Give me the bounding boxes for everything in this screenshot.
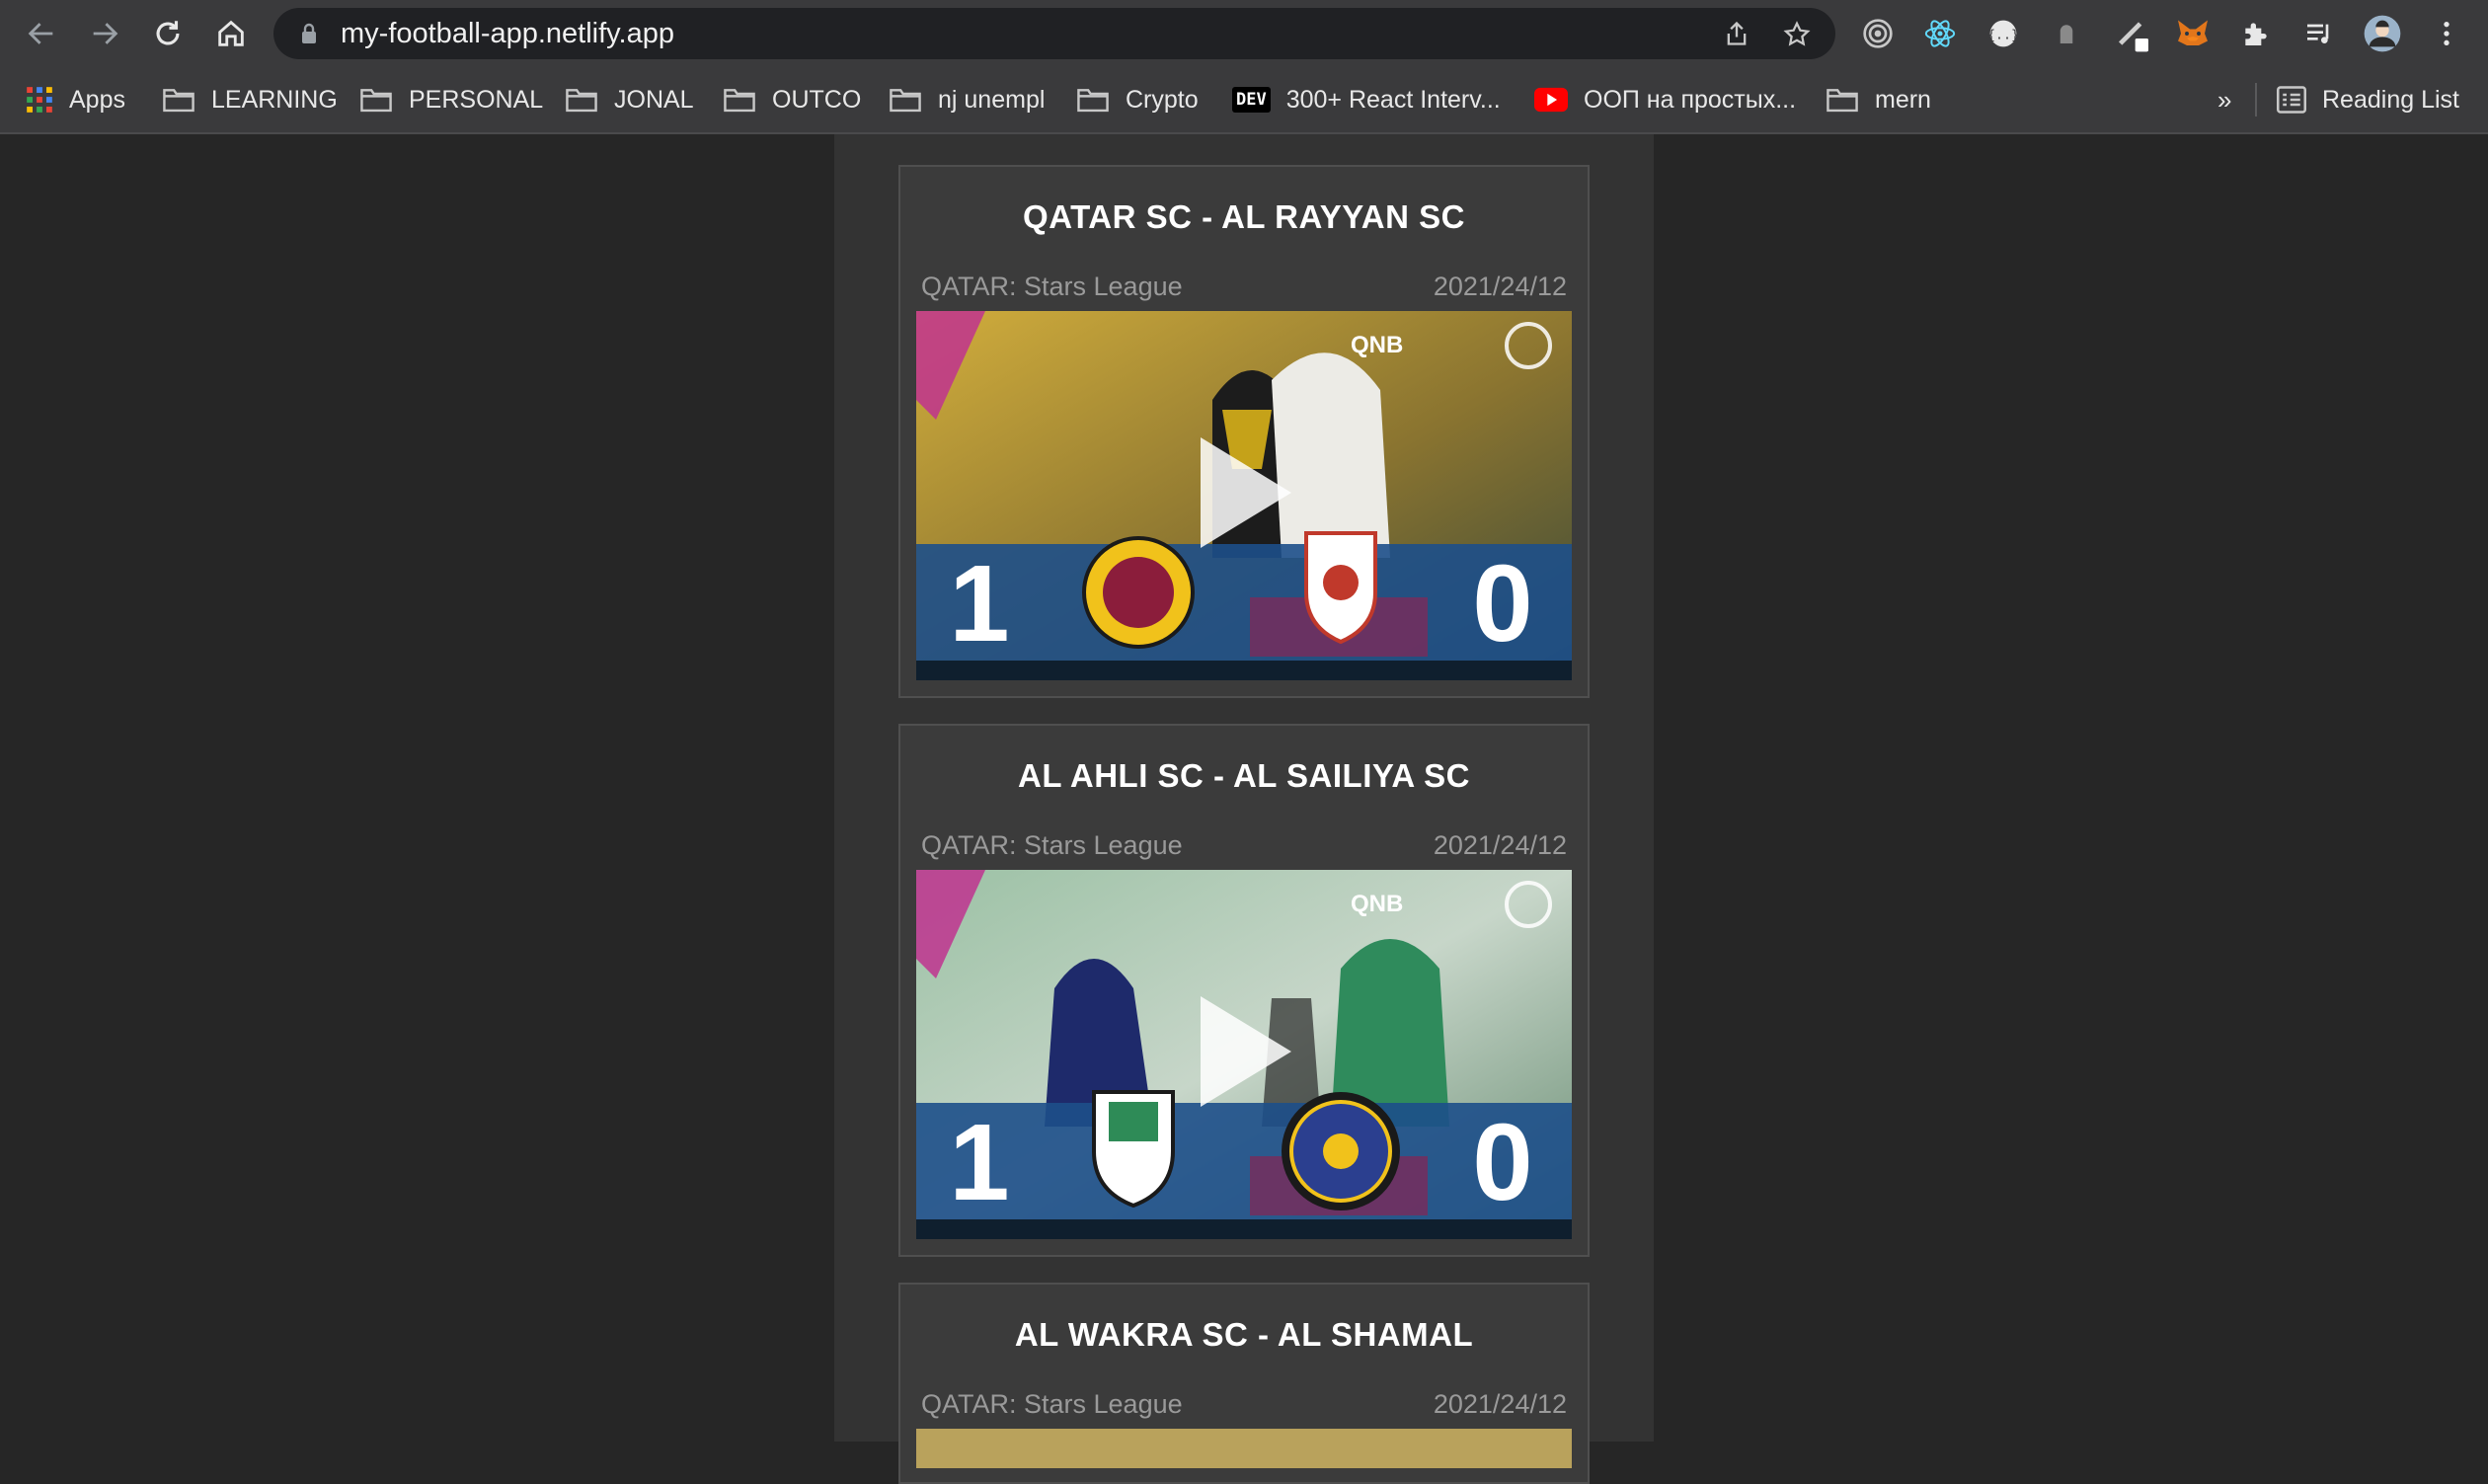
folder-icon (163, 89, 194, 113)
bookmark-star-icon[interactable] (1782, 20, 1812, 49)
match-card[interactable]: AL WAKRA SC - AL SHAMAL QATAR: Stars Lea… (898, 1283, 1590, 1484)
home-team-crest-icon (1082, 536, 1195, 649)
home-score: 1 (949, 1102, 1009, 1223)
folder-icon (890, 89, 921, 113)
address-bar[interactable]: my-football-app.netlify.app (273, 8, 1835, 59)
home-score: 1 (949, 543, 1009, 664)
bookmark-label: ООП на простых... (1584, 85, 1797, 114)
match-card[interactable]: QATAR SC - AL RAYYAN SC QATAR: Stars Lea… (898, 165, 1590, 698)
folder-icon (360, 89, 392, 113)
home-button[interactable] (211, 14, 251, 53)
profile-avatar-icon[interactable] (2363, 14, 2402, 53)
reading-list-button[interactable]: Reading List (2277, 67, 2459, 132)
bookmark-folder-mern[interactable]: mern (1826, 67, 1931, 132)
dev-badge-icon: DEV (1232, 87, 1271, 113)
match-date: 2021/24/12 (1433, 1389, 1567, 1419)
back-button[interactable] (22, 14, 61, 53)
away-team-crest-icon (1282, 1092, 1400, 1211)
media-queue-icon[interactable] (2299, 14, 2339, 53)
bookmark-folder-learning[interactable]: LEARNING (162, 67, 338, 132)
bookmark-label: mern (1875, 85, 1931, 114)
home-team-crest-icon (1092, 1090, 1175, 1209)
folder-icon (1827, 89, 1858, 113)
bookmarks-divider (2255, 83, 2257, 117)
ghost-extension-icon[interactable] (2047, 14, 2086, 53)
bookmark-react-interview[interactable]: DEV 300+ React Interv... (1232, 67, 1501, 132)
match-league: QATAR: Stars League (921, 272, 1183, 301)
folder-icon (724, 89, 755, 113)
react-devtools-icon[interactable] (1920, 14, 1960, 53)
away-team-crest-icon (1304, 531, 1377, 645)
bookmark-youtube-oop[interactable]: ООП на простых... (1534, 67, 1796, 132)
pen-extension-icon[interactable] (2114, 14, 2153, 53)
match-title: AL WAKRA SC - AL SHAMAL (1014, 1316, 1474, 1353)
lock-icon (302, 23, 316, 43)
video-thumbnail[interactable] (916, 1429, 1572, 1468)
video-thumbnail[interactable]: 1 0 QNB (916, 870, 1572, 1239)
json-viewer-icon[interactable]: {..} (1983, 14, 2023, 53)
youtube-icon (1534, 87, 1568, 113)
extension-target-icon[interactable] (1858, 14, 1898, 53)
player-silhouette (1272, 352, 1390, 558)
bookmark-folder-jonal[interactable]: JONAL (565, 67, 694, 132)
arrow-right-icon (93, 23, 118, 44)
match-date: 2021/24/12 (1433, 272, 1567, 301)
svg-text:{..}: {..} (1987, 28, 2019, 42)
bookmark-folder-nj-unempl[interactable]: nj unempl (889, 67, 1045, 132)
bookmark-label: 300+ React Interv... (1285, 85, 1501, 114)
apps-grid-icon (27, 87, 52, 113)
bookmarks-overflow-button[interactable]: » (2217, 67, 2231, 132)
bookmarks-bar: Apps LEARNING PERSONAL JONAL OUTCO nj un… (0, 67, 2488, 134)
match-league: QATAR: Stars League (921, 1389, 1183, 1419)
match-title: AL AHLI SC - AL SAILIYA SC (1018, 757, 1470, 794)
folder-icon (566, 89, 597, 113)
bookmark-apps[interactable]: Apps (26, 67, 125, 132)
browser-toolbar: my-football-app.netlify.app {..} (0, 0, 2488, 67)
bookmark-label: LEARNING (211, 85, 338, 114)
arrow-left-icon (28, 23, 53, 44)
bookmark-label: OUTCO (772, 85, 862, 114)
bookmark-label: JONAL (614, 85, 694, 114)
share-icon[interactable] (1723, 20, 1750, 47)
extensions-puzzle-icon[interactable] (2236, 14, 2276, 53)
url-text: my-football-app.netlify.app (341, 18, 674, 49)
metamask-fox-icon[interactable] (2173, 14, 2213, 53)
video-thumbnail[interactable]: 1 0 QNB (916, 311, 1572, 680)
folder-icon (1077, 89, 1109, 113)
match-date: 2021/24/12 (1433, 830, 1567, 860)
chrome-menu-icon[interactable] (2427, 14, 2466, 53)
bookmark-folder-outco[interactable]: OUTCO (723, 67, 861, 132)
bookmark-folder-crypto[interactable]: Crypto (1076, 67, 1199, 132)
away-score: 0 (1472, 1102, 1532, 1223)
match-title: QATAR SC - AL RAYYAN SC (1023, 198, 1465, 235)
bookmark-label: PERSONAL (409, 85, 544, 114)
bookmark-label: nj unempl (938, 85, 1046, 114)
home-icon (218, 20, 244, 46)
reload-icon (156, 21, 180, 45)
bookmark-folder-personal[interactable]: PERSONAL (359, 67, 543, 132)
away-score: 0 (1472, 543, 1532, 664)
match-league: QATAR: Stars League (921, 830, 1183, 860)
sponsor-logo: QNB (1351, 891, 1403, 917)
forward-button[interactable] (85, 14, 124, 53)
bookmark-label: Apps (69, 85, 125, 114)
match-card[interactable]: AL AHLI SC - AL SAILIYA SC QATAR: Stars … (898, 724, 1590, 1257)
overflow-chevron-icon: » (2217, 84, 2232, 115)
reading-list-label: Reading List (2322, 85, 2459, 114)
reload-button[interactable] (148, 14, 188, 53)
bookmark-label: Crypto (1126, 85, 1199, 114)
reading-list-icon (2277, 86, 2306, 114)
sponsor-logo: QNB (1351, 332, 1403, 358)
matches-column: QATAR SC - AL RAYYAN SC QATAR: Stars Lea… (834, 134, 1654, 1484)
